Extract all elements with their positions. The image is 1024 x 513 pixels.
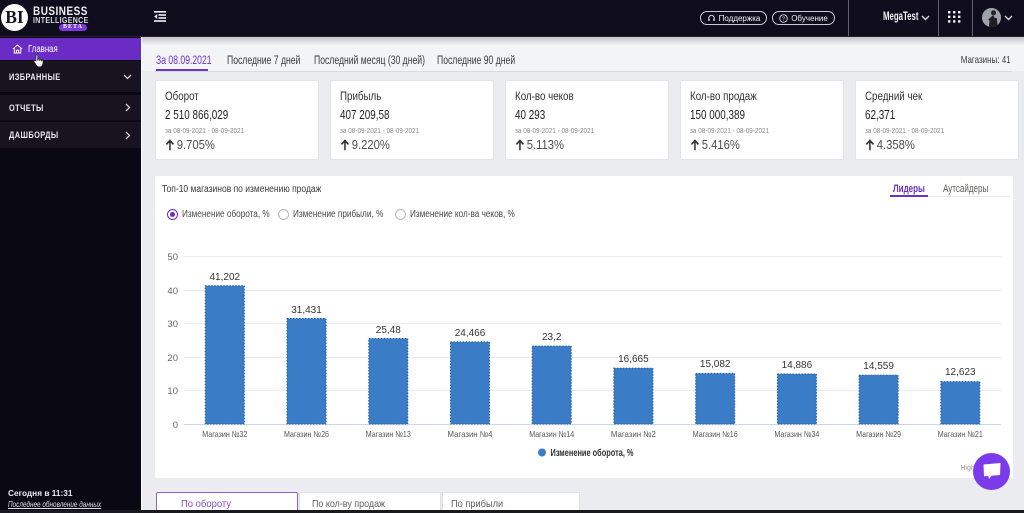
- svg-text:14,559: 14,559: [863, 361, 894, 372]
- svg-text:14,886: 14,886: [782, 360, 813, 371]
- svg-text:31,431: 31,431: [291, 305, 322, 316]
- svg-text:23,2: 23,2: [542, 332, 562, 343]
- svg-text:50: 50: [167, 252, 178, 263]
- svg-text:Изменение оборота, %: Изменение оборота, %: [551, 447, 634, 459]
- svg-text:24,466: 24,466: [455, 328, 486, 339]
- svg-text:41,202: 41,202: [210, 272, 241, 283]
- svg-text:10: 10: [167, 386, 178, 397]
- svg-text:Магазин №32: Магазин №32: [202, 429, 247, 439]
- svg-text:16,665: 16,665: [618, 354, 649, 365]
- svg-text:Магазин №26: Магазин №26: [284, 429, 329, 439]
- svg-text:Магазин №13: Магазин №13: [366, 429, 411, 439]
- svg-text:?: ?: [782, 16, 785, 22]
- svg-text:Магазин №2: Магазин №2: [611, 429, 656, 439]
- svg-text:Магазин №4: Магазин №4: [448, 429, 493, 439]
- svg-text:0: 0: [173, 420, 178, 431]
- svg-text:40: 40: [167, 286, 178, 297]
- svg-text:15,082: 15,082: [700, 359, 731, 370]
- svg-text:Магазин №29: Магазин №29: [856, 429, 901, 439]
- svg-text:30: 30: [167, 319, 178, 330]
- svg-text:Магазин №34: Магазин №34: [774, 429, 819, 439]
- svg-text:12,623: 12,623: [945, 367, 976, 378]
- svg-text:Магазин №14: Магазин №14: [529, 429, 574, 439]
- svg-text:Магазин №21: Магазин №21: [938, 429, 983, 439]
- svg-text:Магазин №16: Магазин №16: [693, 429, 738, 439]
- svg-text:25,48: 25,48: [376, 325, 401, 336]
- svg-text:20: 20: [167, 353, 178, 364]
